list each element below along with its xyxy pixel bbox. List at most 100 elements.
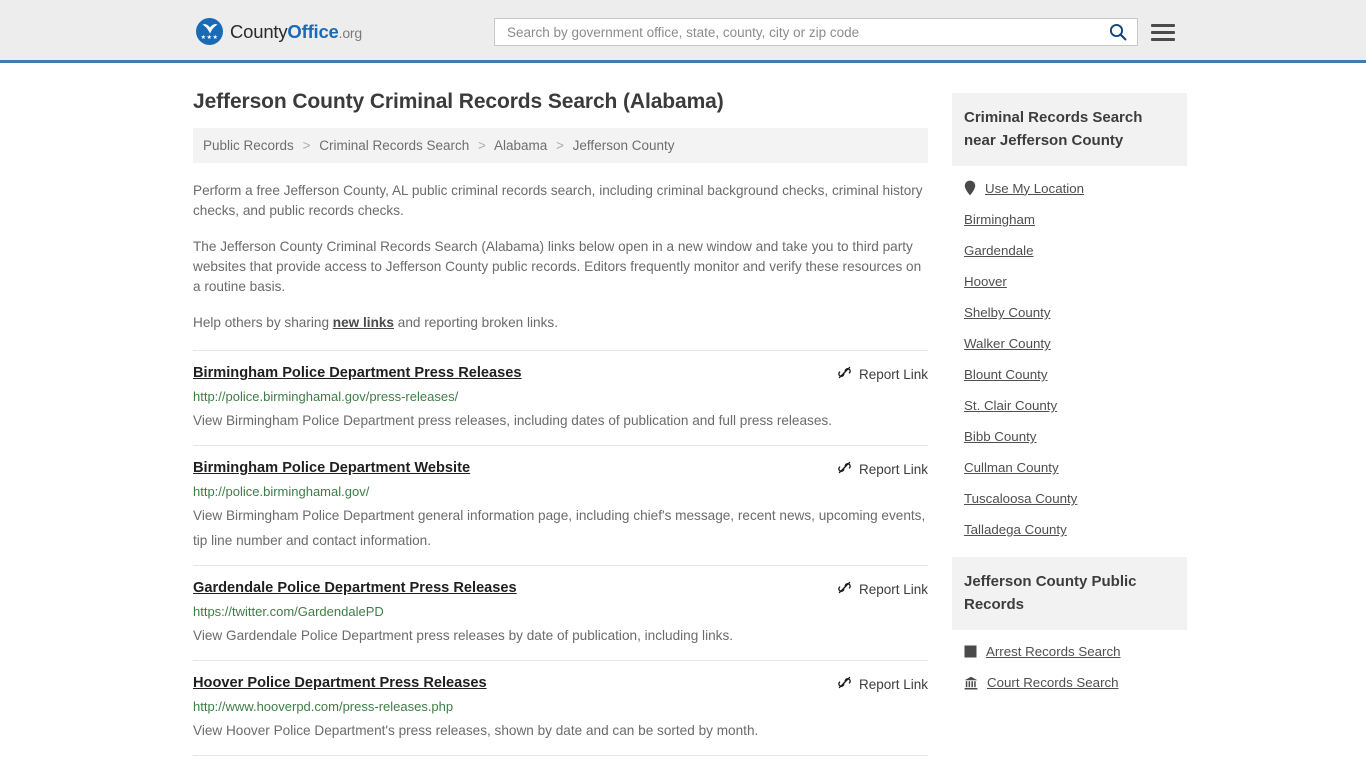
breadcrumb-item-3[interactable]: Jefferson County (573, 138, 675, 153)
sidebar-list-item[interactable]: Hoover (952, 266, 1187, 297)
report-link-label: Report Link (858, 461, 928, 477)
sidebar-link[interactable]: Birmingham (964, 212, 1035, 227)
intro-paragraph-3: Help others by sharing new links and rep… (193, 313, 928, 333)
search-button[interactable] (1109, 23, 1127, 41)
site-logo-text: CountyOffice.org (230, 21, 362, 43)
result-url[interactable]: http://www.hooverpd.com/press-releases.p… (193, 699, 928, 715)
result-title-link[interactable]: Birmingham Police Department Press Relea… (193, 364, 522, 382)
report-link-button[interactable]: Report Link (837, 579, 928, 598)
result-header: Gardendale Police Department Press Relea… (193, 579, 928, 598)
search-bar[interactable] (494, 18, 1138, 46)
report-link-label: Report Link (858, 676, 928, 692)
brand-part-org: .org (338, 24, 363, 41)
result-item: Birmingham Police Department Press Relea… (193, 350, 928, 445)
sidebar-public-records-list: Arrest Records Search Court Records Searc… (952, 630, 1187, 698)
content-container: Jefferson County Criminal Records Search… (193, 63, 1187, 768)
result-header: Birmingham Police Department Press Relea… (193, 364, 928, 383)
sidebar-link[interactable]: Arrest Records Search (986, 644, 1121, 659)
broken-link-icon (838, 581, 851, 594)
result-description: View Hoover Police Department's press re… (193, 723, 759, 738)
result-item: Gardendale Police Department Press Relea… (193, 565, 928, 660)
report-link-button[interactable]: Report Link (837, 364, 928, 383)
sidebar-list-item[interactable]: Arrest Records Search (952, 636, 1187, 667)
result-title-link[interactable]: Birmingham Police Department Website (193, 459, 470, 477)
result-item: Birmingham Police Department Website Repo… (193, 445, 928, 565)
intro-paragraph-1: Perform a free Jefferson County, AL publ… (193, 183, 923, 218)
broken-link-icon (838, 461, 851, 474)
search-input[interactable] (505, 19, 1103, 45)
report-link-button[interactable]: Report Link (837, 459, 928, 478)
sidebar-link[interactable]: St. Clair County (964, 398, 1057, 413)
sidebar-link[interactable]: Court Records Search (987, 675, 1119, 690)
new-links-link[interactable]: new links (333, 315, 394, 330)
breadcrumb-item-2[interactable]: Alabama (494, 138, 547, 153)
result-title-link[interactable]: Gardendale Police Department Press Relea… (193, 579, 517, 597)
sidebar-list-item[interactable]: St. Clair County (952, 390, 1187, 421)
sidebar-list-item[interactable]: Talladega County (952, 514, 1187, 545)
search-icon (1109, 23, 1127, 41)
sidebar-list-item[interactable]: Use My Location (952, 172, 1187, 204)
page-title: Jefferson County Criminal Records Search… (193, 90, 724, 113)
sidebar-link[interactable]: Talladega County (964, 522, 1067, 537)
result-header: Hoover Police Department Press Releases R… (193, 674, 928, 693)
sidebar-link[interactable]: Blount County (964, 367, 1048, 382)
stars-icon: ★★★ (200, 35, 219, 41)
sidebar-public-records-box: Jefferson County Public Records Arrest R… (952, 557, 1187, 698)
intro-paragraph-2: The Jefferson County Criminal Records Se… (193, 239, 922, 294)
sidebar-list-item[interactable]: Blount County (952, 359, 1187, 390)
map-pin-icon (964, 180, 976, 196)
sidebar-list-item[interactable]: Gardendale (952, 235, 1187, 266)
menu-bar-1 (1151, 23, 1175, 27)
sidebar-list-item[interactable]: Cullman County (952, 452, 1187, 483)
main-column: Jefferson County Criminal Records Search… (193, 63, 928, 768)
intro-p3-after: and reporting broken links. (394, 315, 558, 330)
result-url[interactable]: http://police.birminghamal.gov/press-rel… (193, 389, 928, 405)
menu-bar-2 (1151, 30, 1175, 34)
sidebar-list-item[interactable]: Tuscaloosa County (952, 483, 1187, 514)
broken-link-icon (838, 366, 851, 379)
sidebar-list-item[interactable]: Birmingham (952, 204, 1187, 235)
breadcrumb-separator-2: > (556, 138, 564, 153)
countyoffice-emblem-icon: ★★★ (196, 18, 223, 45)
brand-part-county: County (230, 20, 288, 42)
sidebar-link[interactable]: Walker County (964, 336, 1051, 351)
report-link-button[interactable]: Report Link (837, 674, 928, 693)
site-header: ★★★ CountyOffice.org (0, 0, 1366, 63)
result-url[interactable]: http://police.birminghamal.gov/ (193, 484, 928, 500)
breadcrumb-item-0[interactable]: Public Records (203, 138, 294, 153)
broken-link-icon (838, 676, 851, 689)
intro-text: Perform a free Jefferson County, AL publ… (193, 181, 928, 333)
courthouse-icon (964, 676, 978, 689)
broken-link-icon (837, 580, 852, 598)
intro-p3-before: Help others by sharing (193, 315, 333, 330)
sidebar-link[interactable]: Hoover (964, 274, 1007, 289)
result-description: View Birmingham Police Department genera… (193, 508, 926, 548)
courthouse-icon (964, 676, 978, 690)
sidebar-nearby-heading: Criminal Records Search near Jefferson C… (952, 93, 1187, 166)
breadcrumb-separator-1: > (478, 138, 486, 153)
sidebar-list-item[interactable]: Walker County (952, 328, 1187, 359)
result-header: Birmingham Police Department Website Repo… (193, 459, 928, 478)
site-logo[interactable]: ★★★ CountyOffice.org (196, 18, 362, 45)
sidebar-link[interactable]: Shelby County (964, 305, 1050, 320)
broken-link-icon (837, 460, 852, 478)
sidebar-nearby-list: Use My Location Birmingham Gardendale Hoove… (952, 166, 1187, 545)
sidebar-list-item[interactable]: Court Records Search (952, 667, 1187, 698)
result-url[interactable]: https://twitter.com/GardendalePD (193, 604, 928, 620)
sidebar-list-item[interactable]: Bibb County (952, 421, 1187, 452)
result-title-link[interactable]: Hoover Police Department Press Releases (193, 674, 487, 692)
sidebar-link[interactable]: Cullman County (964, 460, 1059, 475)
result-description: View Birmingham Police Department press … (193, 413, 832, 428)
sidebar-link[interactable]: Bibb County (964, 429, 1036, 444)
sidebar-link[interactable]: Tuscaloosa County (964, 491, 1077, 506)
breadcrumb-item-1[interactable]: Criminal Records Search (319, 138, 469, 153)
sidebar-link[interactable]: Use My Location (985, 181, 1084, 196)
map-pin-icon (964, 180, 976, 196)
report-link-label: Report Link (858, 366, 928, 382)
sidebar-list-item[interactable]: Shelby County (952, 297, 1187, 328)
page-body: Jefferson County Criminal Records Search… (0, 63, 1366, 768)
sidebar-link[interactable]: Gardendale (964, 243, 1034, 258)
menu-bar-3 (1151, 37, 1175, 41)
hamburger-menu-icon[interactable] (1151, 20, 1175, 44)
results-list: Birmingham Police Department Press Relea… (193, 350, 928, 768)
